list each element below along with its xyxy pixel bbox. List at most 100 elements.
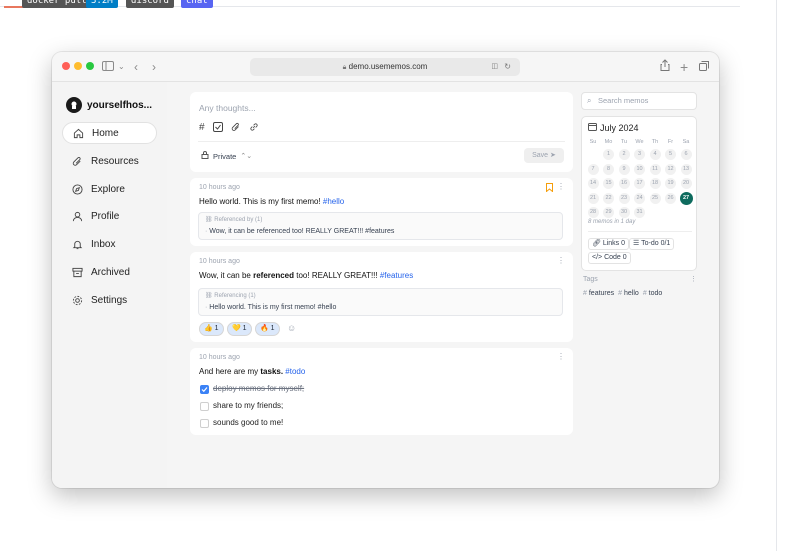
memo-input[interactable]: Any thoughts... (199, 103, 256, 113)
calendar-day[interactable]: 15 (603, 178, 614, 189)
calendar-day[interactable]: 6 (680, 149, 692, 160)
badge-docker-value[interactable]: 3.2M (86, 0, 118, 8)
checkbox-icon[interactable] (212, 122, 223, 135)
reaction-thumbs-up[interactable]: 👍 1 (199, 322, 224, 336)
calendar-day[interactable]: 24 (634, 192, 645, 204)
browser-window: ⌄ ‹ › 🔒︎ demo.usememos.com ◫ ↻ + yoursel… (52, 52, 719, 488)
reference-title-text: Referencing (1) (214, 293, 256, 299)
calendar-day[interactable]: 5 (665, 149, 676, 160)
share-icon[interactable] (660, 59, 670, 75)
forward-icon[interactable]: › (152, 59, 156, 75)
calendar-day[interactable]: 7 (587, 163, 599, 175)
task-label: share to my friends; (213, 401, 284, 410)
calendar-day[interactable]: 3 (634, 149, 645, 160)
calendar-day[interactable]: 29 (603, 207, 614, 218)
calendar-day[interactable]: 1 (603, 149, 614, 160)
task-checkbox[interactable] (200, 385, 209, 394)
todo-stat[interactable]: ☰ To-do 0/1 (629, 238, 675, 250)
user-menu[interactable]: yourselfhos... (66, 96, 152, 114)
reference-item-text: Wow, it can be referenced too! REALLY GR… (209, 228, 395, 235)
badge-discord-value[interactable]: chat (181, 0, 213, 8)
tag-link[interactable]: #todo (285, 367, 305, 376)
sidebar-item-explore[interactable]: Explore (62, 178, 157, 200)
calendar-day[interactable]: 11 (649, 163, 661, 175)
calendar-day[interactable]: 16 (618, 178, 630, 189)
reload-icon[interactable]: ↻ (504, 58, 511, 76)
browser-titlebar: ⌄ ‹ › 🔒︎ demo.usememos.com ◫ ↻ + (52, 52, 719, 82)
send-icon: ➤ (550, 152, 556, 159)
calendar-day[interactable]: 25 (649, 192, 661, 204)
sidebar-item-inbox[interactable]: Inbox (62, 233, 157, 255)
calendar-day[interactable]: 8 (603, 163, 614, 175)
archive-icon (71, 266, 83, 278)
tab-overview-icon[interactable] (699, 59, 709, 75)
task-checkbox[interactable] (200, 402, 209, 411)
code-icon: </> (592, 254, 603, 261)
link-icon[interactable] (249, 122, 259, 135)
badge-discord-label[interactable]: discord (126, 0, 174, 8)
calendar-day[interactable]: 18 (649, 178, 661, 189)
reference-item[interactable]: · Wow, it can be referenced too! REALLY … (205, 228, 394, 235)
memo-time: 10 hours ago (199, 258, 240, 265)
tag-hello[interactable]: # hello (618, 290, 639, 297)
calendar-day[interactable]: 17 (634, 178, 645, 189)
sidebar-item-archived[interactable]: Archived (62, 261, 157, 283)
code-stat[interactable]: </> Code 0 (588, 252, 631, 264)
calendar-day[interactable]: 10 (634, 163, 645, 175)
zoom-window-button[interactable] (86, 62, 94, 70)
minimize-window-button[interactable] (74, 62, 82, 70)
sidebar-item-profile[interactable]: Profile (62, 205, 157, 227)
divider (588, 231, 692, 232)
save-button[interactable]: Save ➤ (524, 148, 564, 163)
search-input[interactable]: ⌕ Search memos (581, 92, 697, 110)
visibility-select[interactable]: Private ⌃⌄ (201, 151, 252, 161)
calendar-day[interactable]: 26 (665, 192, 676, 204)
reader-icon[interactable]: ◫ (491, 58, 498, 76)
avatar (66, 97, 82, 113)
back-icon[interactable]: ‹ (134, 59, 138, 75)
calendar-day[interactable]: 20 (680, 178, 692, 189)
tag-label: todo (648, 290, 663, 297)
paperclip-icon[interactable] (231, 122, 241, 135)
tag-features[interactable]: # features (583, 290, 614, 297)
links-stat[interactable]: 🔗︎ Links 0 (588, 238, 630, 250)
calendar-day[interactable]: 30 (618, 207, 630, 218)
tag-link[interactable]: #hello (323, 197, 344, 206)
memo-editor: Any thoughts... # Private ⌃⌄ Save ➤ (190, 92, 573, 172)
more-options-icon[interactable]: ⋮ (557, 182, 565, 191)
more-options-icon[interactable]: ⋮ (557, 256, 565, 265)
chevron-down-icon[interactable]: ⌄ (118, 59, 125, 75)
calendar-day[interactable]: 2 (618, 149, 630, 160)
address-bar[interactable]: 🔒︎ demo.usememos.com ◫ ↻ (250, 58, 520, 76)
reaction-heart[interactable]: 💛 1 (227, 322, 252, 336)
sidebar-item-home[interactable]: Home (62, 122, 157, 144)
calendar-day[interactable]: 12 (665, 163, 676, 175)
hashtag-icon[interactable]: # (199, 122, 205, 135)
calendar-day[interactable]: 4 (649, 149, 661, 160)
task-checkbox[interactable] (200, 419, 209, 428)
more-options-icon[interactable]: ⋮ (557, 352, 565, 361)
calendar-day[interactable]: 13 (680, 163, 692, 175)
calendar-day[interactable]: 19 (665, 178, 676, 189)
close-window-button[interactable] (62, 62, 70, 70)
tag-link[interactable]: #features (380, 271, 413, 280)
sidebar-toggle-icon[interactable] (102, 59, 114, 75)
bookmark-icon[interactable] (546, 183, 553, 194)
calendar-day[interactable]: 23 (618, 192, 630, 204)
reaction-fire[interactable]: 🔥 1 (255, 322, 280, 336)
calendar-day[interactable]: 31 (634, 207, 645, 218)
new-tab-icon[interactable]: + (680, 59, 688, 75)
calendar-day-today[interactable]: 27 (679, 191, 693, 205)
calendar-day[interactable]: 9 (618, 163, 630, 175)
calendar-day[interactable]: 14 (587, 178, 599, 189)
sidebar-item-resources[interactable]: Resources (62, 150, 157, 172)
calendar-day[interactable]: 22 (603, 192, 614, 204)
tags-menu-icon[interactable]: ⋮ (690, 275, 697, 283)
sidebar-item-settings[interactable]: Settings (62, 289, 157, 311)
calendar-day[interactable]: 21 (587, 192, 599, 204)
add-reaction-icon[interactable]: ☺ (287, 323, 296, 333)
reference-item[interactable]: · Hello world. This is my first memo! #h… (205, 304, 336, 311)
tag-todo[interactable]: # todo (643, 290, 662, 297)
calendar-day[interactable]: 28 (587, 207, 599, 218)
reaction-count: 1 (214, 325, 219, 332)
